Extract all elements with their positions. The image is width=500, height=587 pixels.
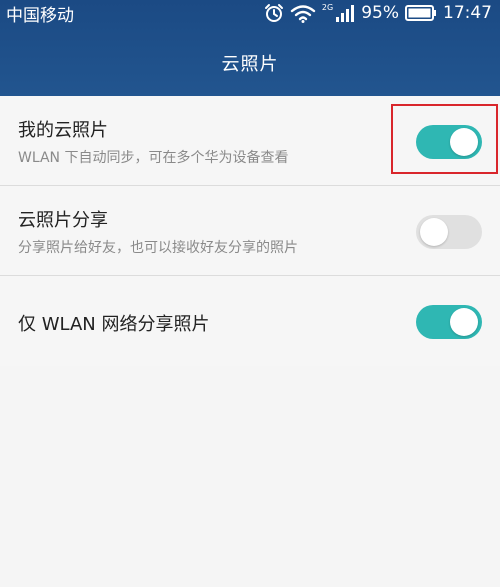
setting-title: 云照片分享 (18, 210, 108, 231)
page-title: 云照片 (221, 54, 279, 75)
setting-row-wlan-only-sharing[interactable]: 仅 WLAN 网络分享照片 (0, 276, 500, 368)
status-icons: 2G 95% 17:47 (264, 3, 492, 23)
wifi-icon (290, 3, 316, 23)
carrier-name: 中国移动 (6, 5, 74, 26)
setting-title: 我的云照片 (18, 120, 108, 141)
battery-icon (405, 4, 437, 22)
network-type-label: 2G (321, 2, 334, 12)
cloud-photo-sharing-toggle[interactable] (416, 215, 482, 249)
toggle-knob (450, 308, 478, 336)
setting-subtitle: WLAN 下自动同步，可在多个华为设备查看 (18, 150, 289, 166)
app-header: 中国移动 2G 95% 17:47 云照片 (0, 0, 500, 96)
toggle-knob (420, 218, 448, 246)
my-cloud-photos-toggle[interactable] (416, 125, 482, 159)
signal-icon (335, 3, 355, 23)
clock-time: 17:47 (443, 3, 492, 23)
toggle-knob (450, 128, 478, 156)
battery-percent: 95% (361, 3, 399, 23)
wlan-only-sharing-toggle[interactable] (416, 305, 482, 339)
setting-row-cloud-photo-sharing[interactable]: 云照片分享 分享照片给好友，也可以接收好友分享的照片 (0, 186, 500, 276)
empty-area (0, 366, 500, 587)
setting-row-my-cloud-photos[interactable]: 我的云照片 WLAN 下自动同步，可在多个华为设备查看 (0, 96, 500, 186)
setting-subtitle: 分享照片给好友，也可以接收好友分享的照片 (18, 240, 298, 256)
status-bar: 中国移动 2G 95% 17:47 (0, 0, 500, 26)
settings-list: 我的云照片 WLAN 下自动同步，可在多个华为设备查看 云照片分享 分享照片给好… (0, 96, 500, 368)
alarm-icon (264, 3, 284, 23)
setting-title: 仅 WLAN 网络分享照片 (18, 314, 210, 335)
